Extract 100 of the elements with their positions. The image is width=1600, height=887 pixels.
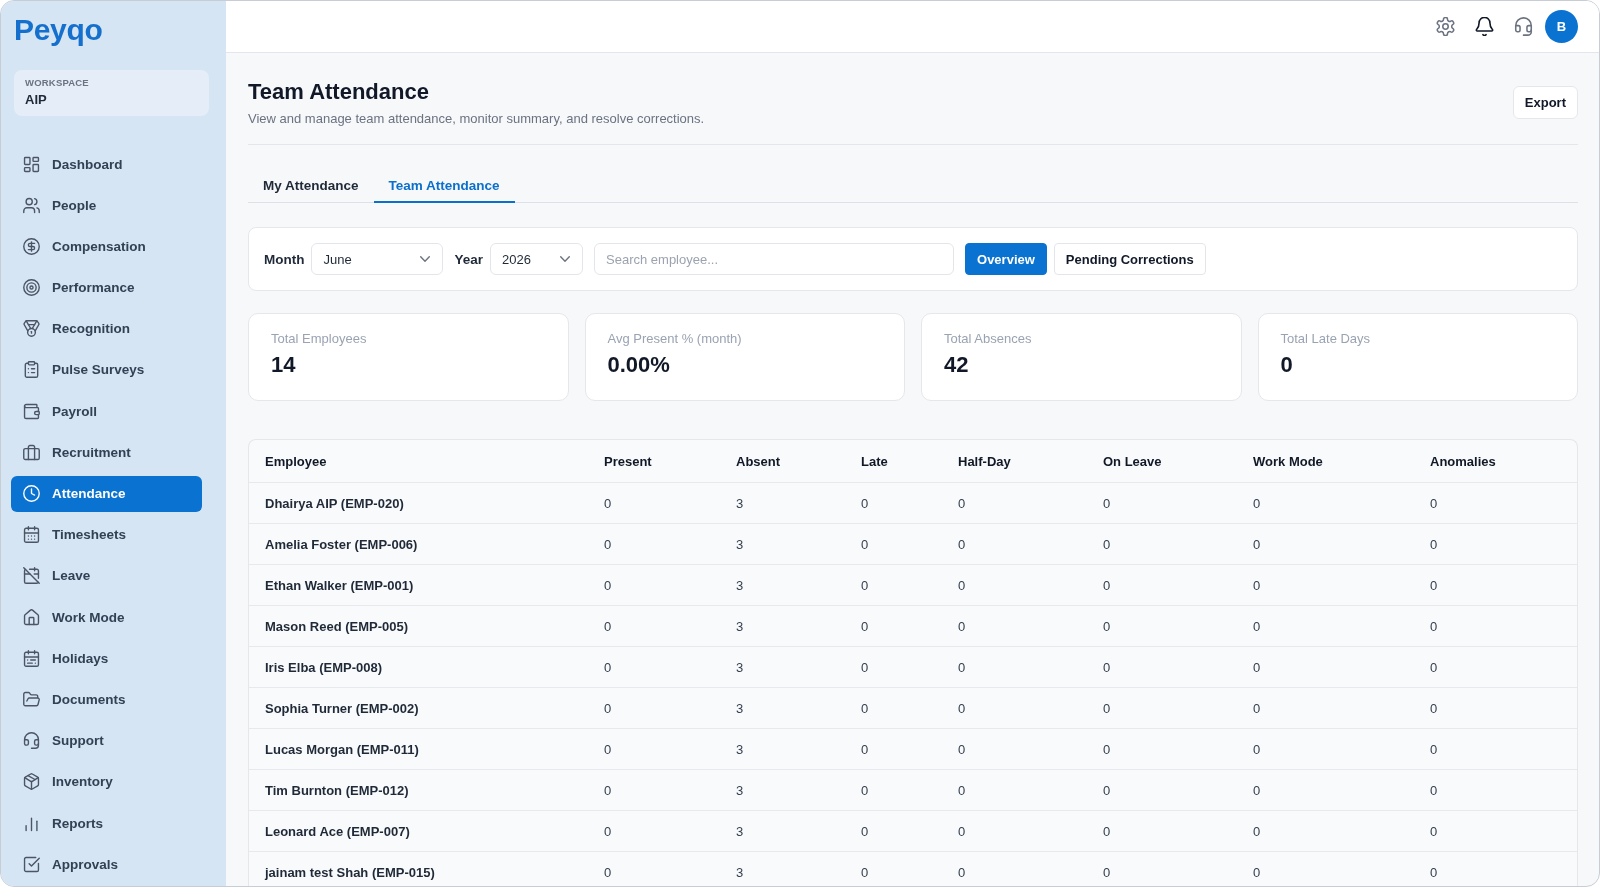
table-cell-text: 3 <box>735 576 745 595</box>
bar-chart-icon <box>23 814 40 832</box>
table-cell-text: 0 <box>1102 576 1112 595</box>
table-cell-text: 0 <box>603 822 613 841</box>
view-button[interactable]: Pending Corrections <box>1053 243 1206 275</box>
column-header: On Leave <box>1102 452 1163 471</box>
workspace-name: AIP <box>25 91 47 109</box>
sidebar-item[interactable]: Performance <box>11 269 202 306</box>
table-cell-text: 0 <box>957 617 967 636</box>
sidebar-item[interactable]: Payroll <box>11 393 202 430</box>
table-cell-text: 0 <box>957 576 967 595</box>
sidebar-item[interactable]: Attendance <box>11 475 202 512</box>
table-cell-text: 3 <box>735 617 745 636</box>
sidebar-item[interactable]: Inventory <box>11 763 202 800</box>
table-cell-text: Amelia Foster (EMP-006) <box>264 535 419 554</box>
column-header: Absent <box>735 452 782 471</box>
sidebar-item[interactable]: Approvals <box>11 846 202 883</box>
table-cell-text: 3 <box>735 740 745 759</box>
table-cell-text: 3 <box>735 822 745 841</box>
table-cell-text: 0 <box>1252 658 1262 677</box>
table-cell-text: 0 <box>860 658 870 677</box>
sidebar-item[interactable]: Reports <box>11 805 202 841</box>
table-cell-text: 0 <box>1429 740 1439 759</box>
table-cell-text: 0 <box>1252 699 1262 718</box>
chevron-down-icon <box>560 256 570 262</box>
settings-icon[interactable] <box>1436 17 1455 36</box>
table-cell-text: Iris Elba (EMP-008) <box>264 658 384 677</box>
table-cell-text: 0 <box>1252 535 1262 554</box>
table-cell-text: 0 <box>957 535 967 554</box>
table-cell-text: 0 <box>1252 822 1262 841</box>
export-button[interactable]: Export <box>1512 86 1578 119</box>
table-cell-text: 0 <box>603 535 613 554</box>
table-cell-text: 0 <box>603 699 613 718</box>
chevron-down-icon <box>420 256 431 262</box>
table-cell-text: 0 <box>860 699 870 718</box>
sidebar-item[interactable]: Recruitment <box>11 434 202 471</box>
sidebar-item[interactable]: Pulse Surveys <box>11 351 202 388</box>
view-button[interactable]: Overview <box>965 243 1047 275</box>
stat-label: Avg Present % (month) <box>607 330 742 348</box>
table-cell-text: 0 <box>1102 822 1112 841</box>
table-cell-text: 0 <box>1102 494 1112 513</box>
table-cell-text: 0 <box>1102 658 1112 677</box>
table-cell-text: 3 <box>735 863 745 882</box>
tab[interactable]: Team Attendance <box>373 169 515 203</box>
box-icon <box>23 773 40 791</box>
table-cell-text: 0 <box>957 658 967 677</box>
year-select[interactable]: 2026 <box>490 243 583 275</box>
search-field[interactable]: Search employee... <box>594 243 954 275</box>
table-cell-text: 0 <box>1102 781 1112 800</box>
table-cell-text: 0 <box>1429 822 1439 841</box>
calendar-icon <box>23 526 40 544</box>
table-cell-text: 0 <box>603 658 613 677</box>
tab[interactable]: My Attendance <box>248 169 374 203</box>
avatar-button[interactable]: B <box>1545 10 1578 43</box>
table-cell-text: 0 <box>860 535 870 554</box>
table-cell-text: 0 <box>860 822 870 841</box>
sidebar-item[interactable]: Dashboard <box>11 146 202 182</box>
stat-label: Total Absences <box>944 330 1032 348</box>
table-cell-text: 0 <box>1429 699 1439 718</box>
table-cell-text: 0 <box>1429 863 1439 882</box>
table-cell-text: 0 <box>1252 781 1262 800</box>
table-cell-text: 0 <box>603 781 613 800</box>
clock-icon <box>23 485 40 502</box>
sidebar-item[interactable]: Leave <box>11 557 202 594</box>
table-cell-text: 0 <box>860 740 870 759</box>
table-cell-text: 0 <box>957 822 967 841</box>
table-cell-text: 3 <box>735 699 745 718</box>
sidebar-item[interactable]: Support <box>11 722 202 759</box>
table-cell-text: 0 <box>603 617 613 636</box>
sidebar-item[interactable]: Timesheets <box>11 516 202 553</box>
sidebar-item[interactable]: People <box>11 187 202 224</box>
sidebar-item[interactable]: Recognition <box>11 310 202 347</box>
table-cell-text: 0 <box>1102 863 1112 882</box>
sidebar-item[interactable]: Documents <box>11 681 202 718</box>
target-icon <box>23 279 40 297</box>
grid-icon <box>23 155 40 173</box>
sidebar-item[interactable]: Holidays <box>11 640 202 677</box>
filter-label: Year <box>454 251 483 267</box>
table-cell-text: 3 <box>735 781 745 800</box>
table-cell-text: 3 <box>735 658 745 677</box>
bell-icon[interactable] <box>1475 17 1494 36</box>
table-cell-text: Tim Burnton (EMP-012) <box>264 781 410 800</box>
table-cell-text: 0 <box>603 863 613 882</box>
table-cell-text: Sophia Turner (EMP-002) <box>264 699 420 718</box>
dollar-icon <box>23 237 40 255</box>
wallet-icon <box>23 402 40 420</box>
table-cell-text: 0 <box>1252 740 1262 759</box>
table-cell-text: 0 <box>1102 740 1112 759</box>
sidebar-item[interactable]: Work Mode <box>11 599 202 636</box>
headset-icon[interactable] <box>1514 17 1533 36</box>
table-cell-text: 0 <box>1102 617 1112 636</box>
table-cell-text: 0 <box>1102 535 1112 554</box>
sidebar-item[interactable]: Compensation <box>11 228 202 265</box>
table-cell-text: 0 <box>1429 617 1439 636</box>
table-cell-text: 0 <box>1429 658 1439 677</box>
table-cell-text: Leonard Ace (EMP-007) <box>264 822 411 841</box>
month-select[interactable]: June <box>311 243 444 275</box>
table-cell-text: 0 <box>860 576 870 595</box>
stat-value: 14 <box>271 351 296 379</box>
calendar-icon <box>23 649 40 667</box>
